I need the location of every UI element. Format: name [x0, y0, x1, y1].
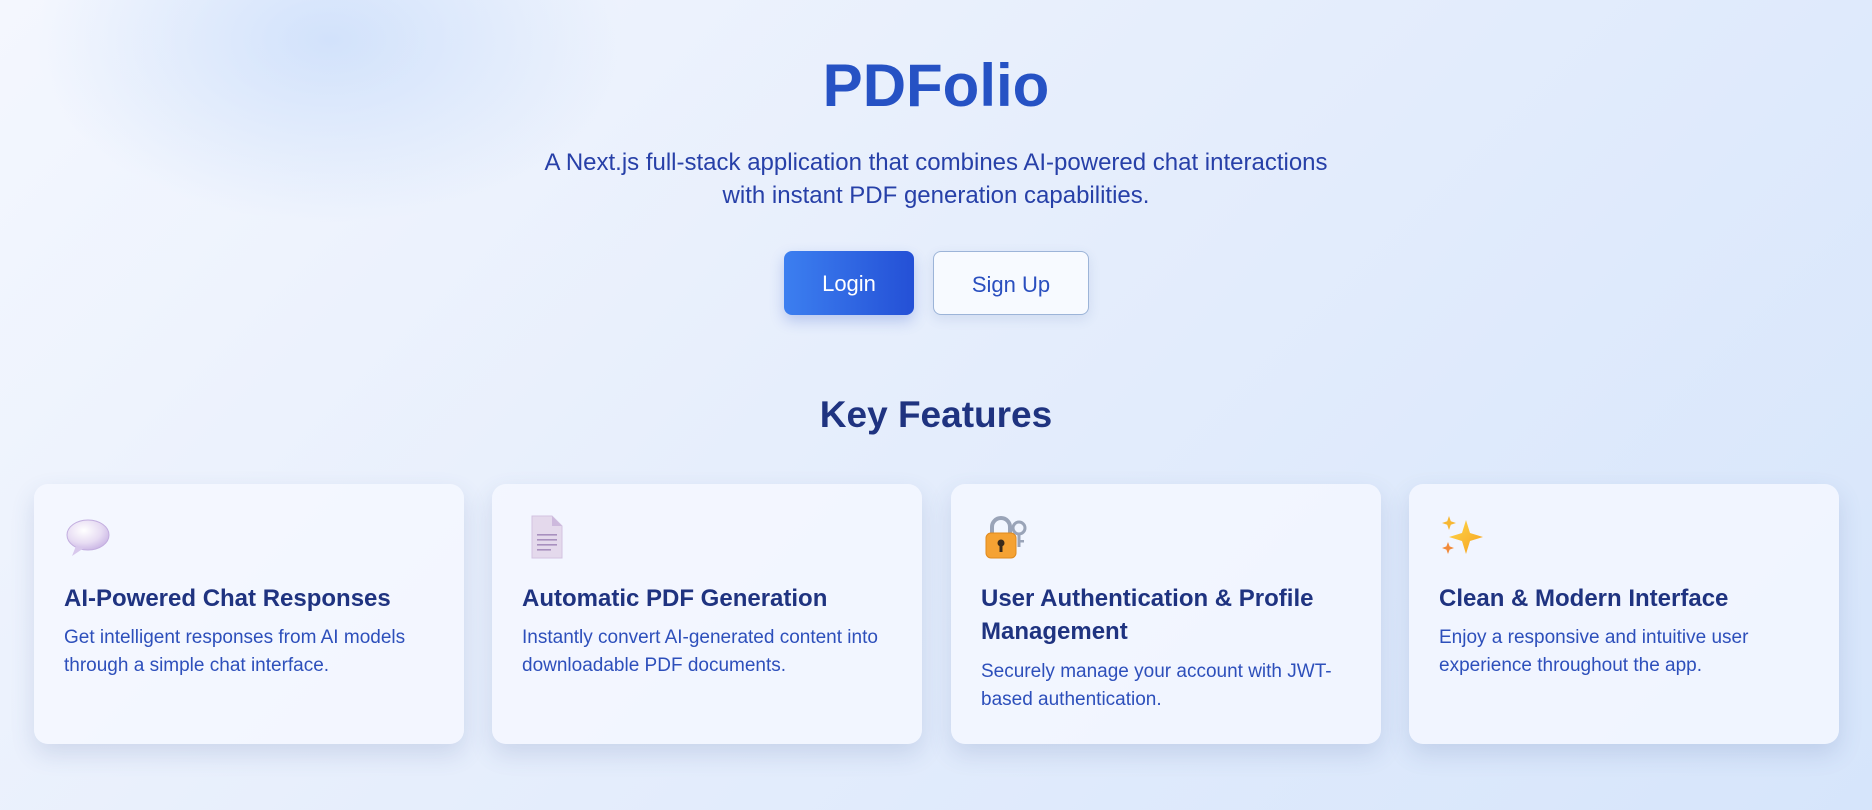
feature-card-pdf-generation: Automatic PDF Generation Instantly conve… [492, 484, 922, 744]
feature-description: Securely manage your account with JWT-ba… [981, 661, 1332, 710]
feature-title: AI-Powered Chat Responses [64, 585, 391, 612]
signup-button[interactable]: Sign Up [933, 251, 1089, 315]
app-subtitle: A Next.js full-stack application that co… [544, 149, 1328, 209]
speech-bubble-icon [64, 514, 110, 560]
features-heading: Key Features [819, 394, 1053, 435]
lock-with-key-icon [981, 514, 1027, 560]
feature-title: User Authentication & Profile Management [981, 585, 1314, 645]
feature-card-interface: Clean & Modern Interface Enjoy a respons… [1409, 484, 1839, 744]
sparkles-icon [1439, 514, 1485, 560]
feature-title: Clean & Modern Interface [1439, 585, 1729, 612]
feature-description: Instantly convert AI-generated content i… [522, 627, 878, 676]
document-icon [522, 514, 568, 560]
feature-title: Automatic PDF Generation [522, 585, 828, 612]
feature-card-authentication: User Authentication & Profile Management… [951, 484, 1381, 744]
feature-description: Enjoy a responsive and intuitive user ex… [1439, 627, 1749, 676]
app-title: PDFolio [822, 52, 1050, 119]
login-button[interactable]: Login [784, 251, 914, 315]
feature-card-ai-chat: AI-Powered Chat Responses Get intelligen… [34, 484, 464, 744]
feature-description: Get intelligent responses from AI models… [64, 627, 406, 676]
